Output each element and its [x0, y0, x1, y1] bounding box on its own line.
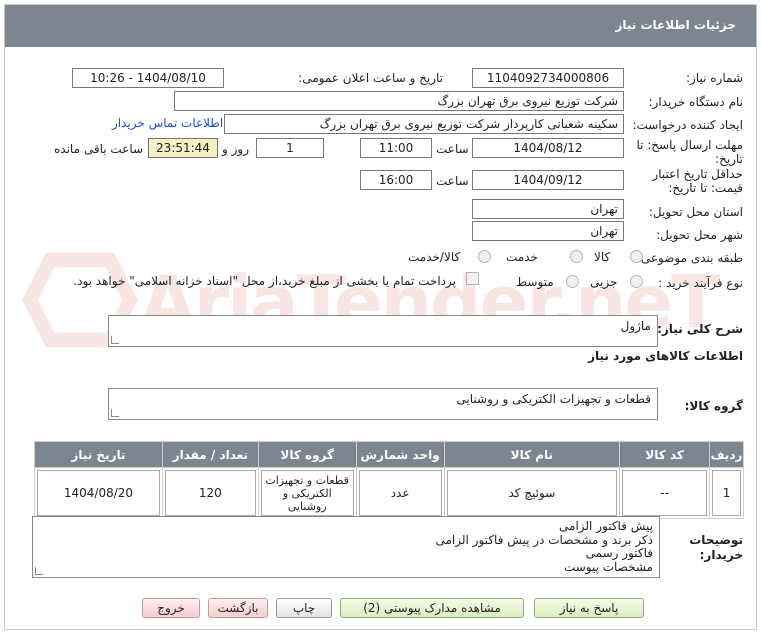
- cell-unit: عدد: [355, 467, 445, 519]
- buyer-note-line: مشخصات پیوست: [563, 559, 653, 574]
- goods-table: ردیف کد کالا نام کالا واحد شمارش گروه کا…: [34, 441, 744, 519]
- process-label: نوع فرآیند خرید :: [658, 276, 743, 290]
- buyer-note-line: فاکتور رسمی: [585, 546, 653, 560]
- category-option-both: کالا/خدمت: [408, 250, 461, 264]
- process-radio-medium[interactable]: [566, 275, 579, 288]
- buyer-notes-label-2: خریدار:: [699, 548, 743, 562]
- price-valid-label-date: قیمت: تا تاریخ:: [668, 181, 743, 195]
- reply-button[interactable]: پاسخ به نیاز: [534, 598, 644, 618]
- buyer-contact-link[interactable]: اطلاعات تماس خریدار: [112, 116, 223, 130]
- process-radio-minor[interactable]: [630, 275, 643, 288]
- province-field[interactable]: تهران: [472, 199, 624, 219]
- buyer-note-line: ذکر برند و مشخصات در پیش فاکتور الزامی: [435, 532, 653, 547]
- back-button[interactable]: بازگشت: [208, 598, 268, 618]
- city-field[interactable]: تهران: [472, 221, 624, 241]
- need-number-field[interactable]: 1104092734000806: [472, 68, 624, 88]
- category-radio-service[interactable]: [570, 250, 583, 263]
- exit-button[interactable]: خروج: [142, 598, 200, 618]
- price-valid-label: حداقل تاریخ اعتبار: [652, 167, 743, 181]
- cell-name: سوئیچ کد: [443, 467, 621, 519]
- announce-datetime-field[interactable]: 1404/08/10 - 10:26: [72, 68, 224, 88]
- goods-group-text: قطعات و تجهیزات الکتریکی و روشنایی: [456, 392, 651, 406]
- reply-date-field[interactable]: 1404/08/12: [472, 138, 624, 158]
- description-label: شرح کلی نیاز:: [657, 322, 743, 336]
- goods-section-title: اطلاعات کالاهای مورد نیاز: [588, 349, 743, 363]
- category-radio-both[interactable]: [478, 250, 491, 263]
- category-label: طبقه بندی موضوعی:: [636, 251, 743, 265]
- category-option-goods: کالا: [594, 250, 611, 264]
- reply-time-label: ساعت: [436, 142, 469, 156]
- price-valid-time-field[interactable]: 16:00: [360, 170, 432, 190]
- process-option-medium: متوسط: [516, 275, 554, 289]
- description-textarea[interactable]: ماژول: [108, 315, 658, 347]
- days-label: روز و: [222, 142, 249, 156]
- announce-label: تاریخ و ساعت اعلان عمومی:: [298, 71, 443, 85]
- cell-row-number: 1: [709, 467, 744, 519]
- resize-handle-icon[interactable]: [35, 567, 43, 575]
- resize-handle-icon[interactable]: [111, 409, 119, 417]
- col-header-row: ردیف: [709, 441, 744, 468]
- description-text: ماژول: [620, 319, 651, 333]
- col-header-quantity: تعداد / مقدار: [161, 441, 259, 468]
- creator-field[interactable]: سکینه شعبانی کارپرداز شرکت توزیع نیروی ب…: [224, 114, 624, 134]
- page-header: جزئیات اطلاعات نیاز: [5, 5, 756, 47]
- city-label: شهر محل تحویل:: [656, 228, 743, 242]
- remaining-time-label: ساعت باقی مانده: [54, 142, 144, 156]
- reply-deadline-label-date: تاریخ:: [715, 152, 743, 166]
- creator-label: ایجاد کننده درخواست:: [632, 118, 743, 132]
- reply-time-field[interactable]: 11:00: [360, 138, 432, 158]
- cell-quantity: 120: [161, 467, 259, 519]
- goods-group-textarea[interactable]: قطعات و تجهیزات الکتریکی و روشنایی: [108, 388, 658, 420]
- reply-deadline-label: مهلت ارسال پاسخ: تا: [636, 138, 743, 152]
- watermark: AriaTender.neT: [20, 240, 720, 370]
- col-header-date: تاریخ نیاز: [34, 441, 163, 468]
- col-header-code: کد کالا: [619, 441, 711, 468]
- need-number-label: شماره نیاز:: [686, 71, 743, 85]
- goods-table-header: ردیف کد کالا نام کالا واحد شمارش گروه کا…: [34, 441, 744, 468]
- page-title: جزئیات اطلاعات نیاز: [615, 18, 736, 32]
- category-radio-goods[interactable]: [630, 250, 643, 263]
- col-header-unit: واحد شمارش: [355, 441, 445, 468]
- cell-date: 1404/08/20: [34, 467, 163, 519]
- days-field[interactable]: 1: [256, 138, 324, 158]
- treasury-payment-note: پرداخت تمام یا بخشی از مبلغ خرید،از محل …: [73, 274, 456, 288]
- print-button[interactable]: چاپ: [276, 598, 332, 618]
- cell-code: --: [619, 467, 711, 519]
- resize-handle-icon[interactable]: [111, 336, 119, 344]
- col-header-group: گروه کالا: [257, 441, 357, 468]
- buyer-notes-label: توضیحات: [689, 533, 743, 547]
- goods-group-label: گروه کالا:: [684, 399, 743, 413]
- buyer-note-line: پیش فاکتور الزامی: [559, 519, 653, 533]
- buyer-org-label: نام دستگاه خریدار:: [648, 95, 744, 109]
- view-documents-button[interactable]: مشاهده مدارک پیوستی (2): [340, 598, 524, 618]
- treasury-payment-checkbox[interactable]: [466, 272, 479, 285]
- remaining-time-field: 23:51:44: [148, 138, 218, 158]
- province-label: استان محل تحویل:: [648, 205, 743, 219]
- category-option-service: خدمت: [506, 250, 538, 264]
- cell-group: قطعات و تجهیزات الکتریکی و روشنایی: [257, 467, 357, 519]
- buyer-org-field[interactable]: شرکت توزیع نیروی برق تهران بزرگ: [174, 91, 624, 111]
- price-valid-date-field[interactable]: 1404/09/12: [472, 170, 624, 190]
- buyer-notes-textarea[interactable]: پیش فاکتور الزامی ذکر برند و مشخصات در پ…: [32, 516, 660, 578]
- process-option-minor: جزیی: [590, 275, 618, 289]
- col-header-name: نام کالا: [443, 441, 621, 468]
- table-row: 1 -- سوئیچ کد عدد قطعات و تجهیزات الکتری…: [34, 467, 744, 519]
- price-valid-time-label: ساعت: [436, 174, 469, 188]
